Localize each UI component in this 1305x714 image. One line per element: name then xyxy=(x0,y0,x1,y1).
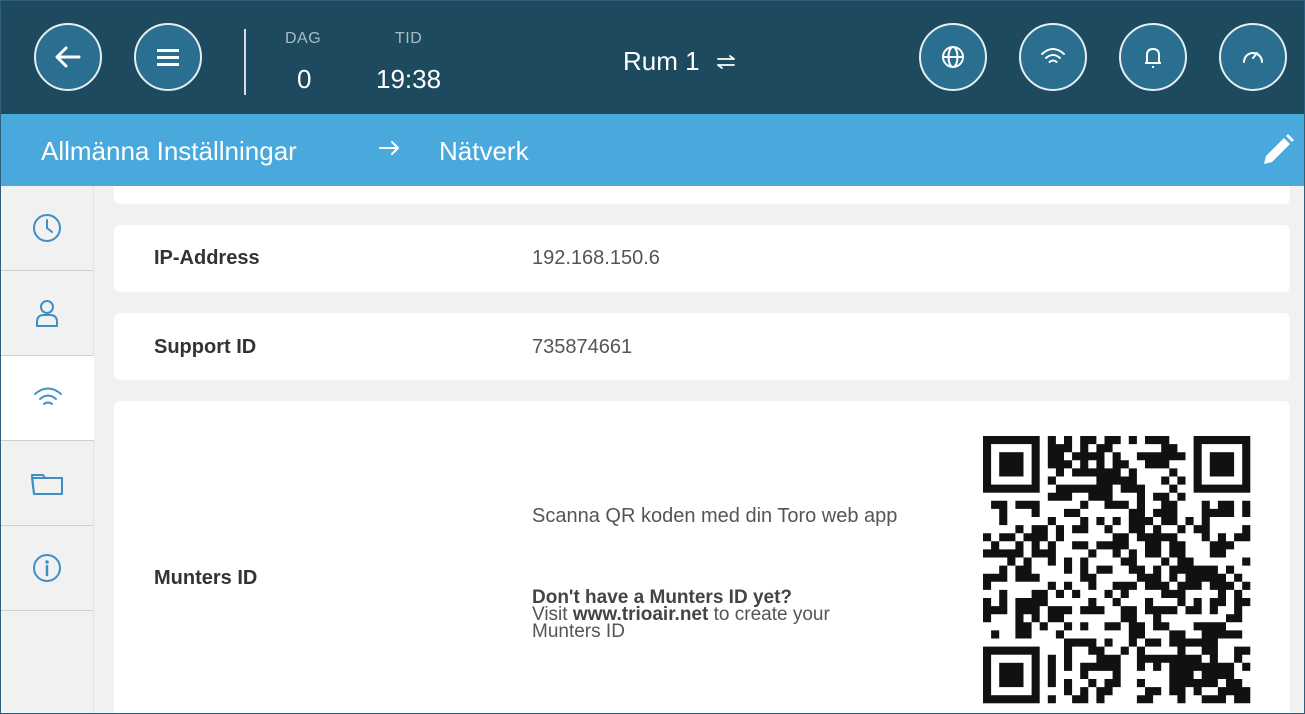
bell-icon xyxy=(1145,48,1161,68)
room-selector[interactable]: Rum 1 xyxy=(623,46,738,77)
clock-icon xyxy=(33,214,61,242)
network-button[interactable] xyxy=(1019,23,1087,91)
day-label: DAG xyxy=(285,30,322,47)
folder-icon xyxy=(31,474,63,495)
ip-address-value: 192.168.150.6 xyxy=(532,247,660,269)
network-settings-panel: IP-Address 192.168.150.6 Support ID 7358… xyxy=(94,186,1304,713)
pencil-icon[interactable] xyxy=(1256,130,1296,170)
swap-arrows-icon xyxy=(716,54,735,69)
ip-address-label: IP-Address xyxy=(154,247,260,269)
note-rest: to create your xyxy=(708,604,830,625)
munters-id-note: Don't have a Munters ID yet? Visit www.t… xyxy=(532,588,830,642)
time-value: 19:38 xyxy=(376,64,442,94)
sidebar-item-time[interactable] xyxy=(1,186,93,271)
app-window: DAG 0 TID 19:38 Rum 1 Allmänna Inställni… xyxy=(0,0,1305,714)
menu-button[interactable] xyxy=(134,23,202,91)
sidebar-item-about[interactable] xyxy=(1,526,93,611)
munters-id-row: Munters ID Scanna QR koden med din Toro … xyxy=(114,401,1290,713)
globe-icon xyxy=(942,46,964,68)
wifi-icon xyxy=(1041,48,1065,63)
room-name: Rum 1 xyxy=(623,46,700,76)
arrow-right-icon xyxy=(379,141,399,155)
munters-id-label: Munters ID xyxy=(154,567,258,589)
divider xyxy=(244,29,246,95)
user-icon xyxy=(36,300,58,327)
top-bar: DAG 0 TID 19:38 Rum 1 xyxy=(1,1,1304,114)
speedometer-icon xyxy=(1243,52,1263,63)
time-label: TID xyxy=(395,30,423,47)
ip-address-row: IP-Address 192.168.150.6 xyxy=(114,225,1290,292)
breadcrumb: Allmänna Inställningar Nätverk xyxy=(1,114,1304,186)
back-arrow-icon xyxy=(55,46,81,68)
sidebar-item-users[interactable] xyxy=(1,271,93,356)
language-button[interactable] xyxy=(919,23,987,91)
dashboard-button[interactable] xyxy=(1219,23,1287,91)
day-value: 0 xyxy=(297,64,312,94)
sidebar-item-files[interactable] xyxy=(1,441,93,526)
info-icon xyxy=(33,554,61,582)
breadcrumb-parent[interactable]: Allmänna Inställningar xyxy=(41,136,297,167)
sidebar xyxy=(1,186,94,713)
breadcrumb-current: Nätverk xyxy=(439,136,529,166)
hamburger-menu-icon xyxy=(157,49,179,66)
sidebar-item-network[interactable] xyxy=(1,356,94,441)
back-button[interactable] xyxy=(34,23,102,91)
note-rest-2: Munters ID xyxy=(532,621,625,642)
wifi-icon xyxy=(33,387,62,405)
support-id-label: Support ID xyxy=(154,336,257,358)
support-id-row: Support ID 735874661 xyxy=(114,313,1290,380)
alarms-button[interactable] xyxy=(1119,23,1187,91)
scan-instructions: Scanna QR koden med din Toro web app xyxy=(532,505,898,527)
qr-code xyxy=(983,436,1251,704)
settings-row xyxy=(114,186,1290,204)
support-id-value: 735874661 xyxy=(532,336,633,358)
